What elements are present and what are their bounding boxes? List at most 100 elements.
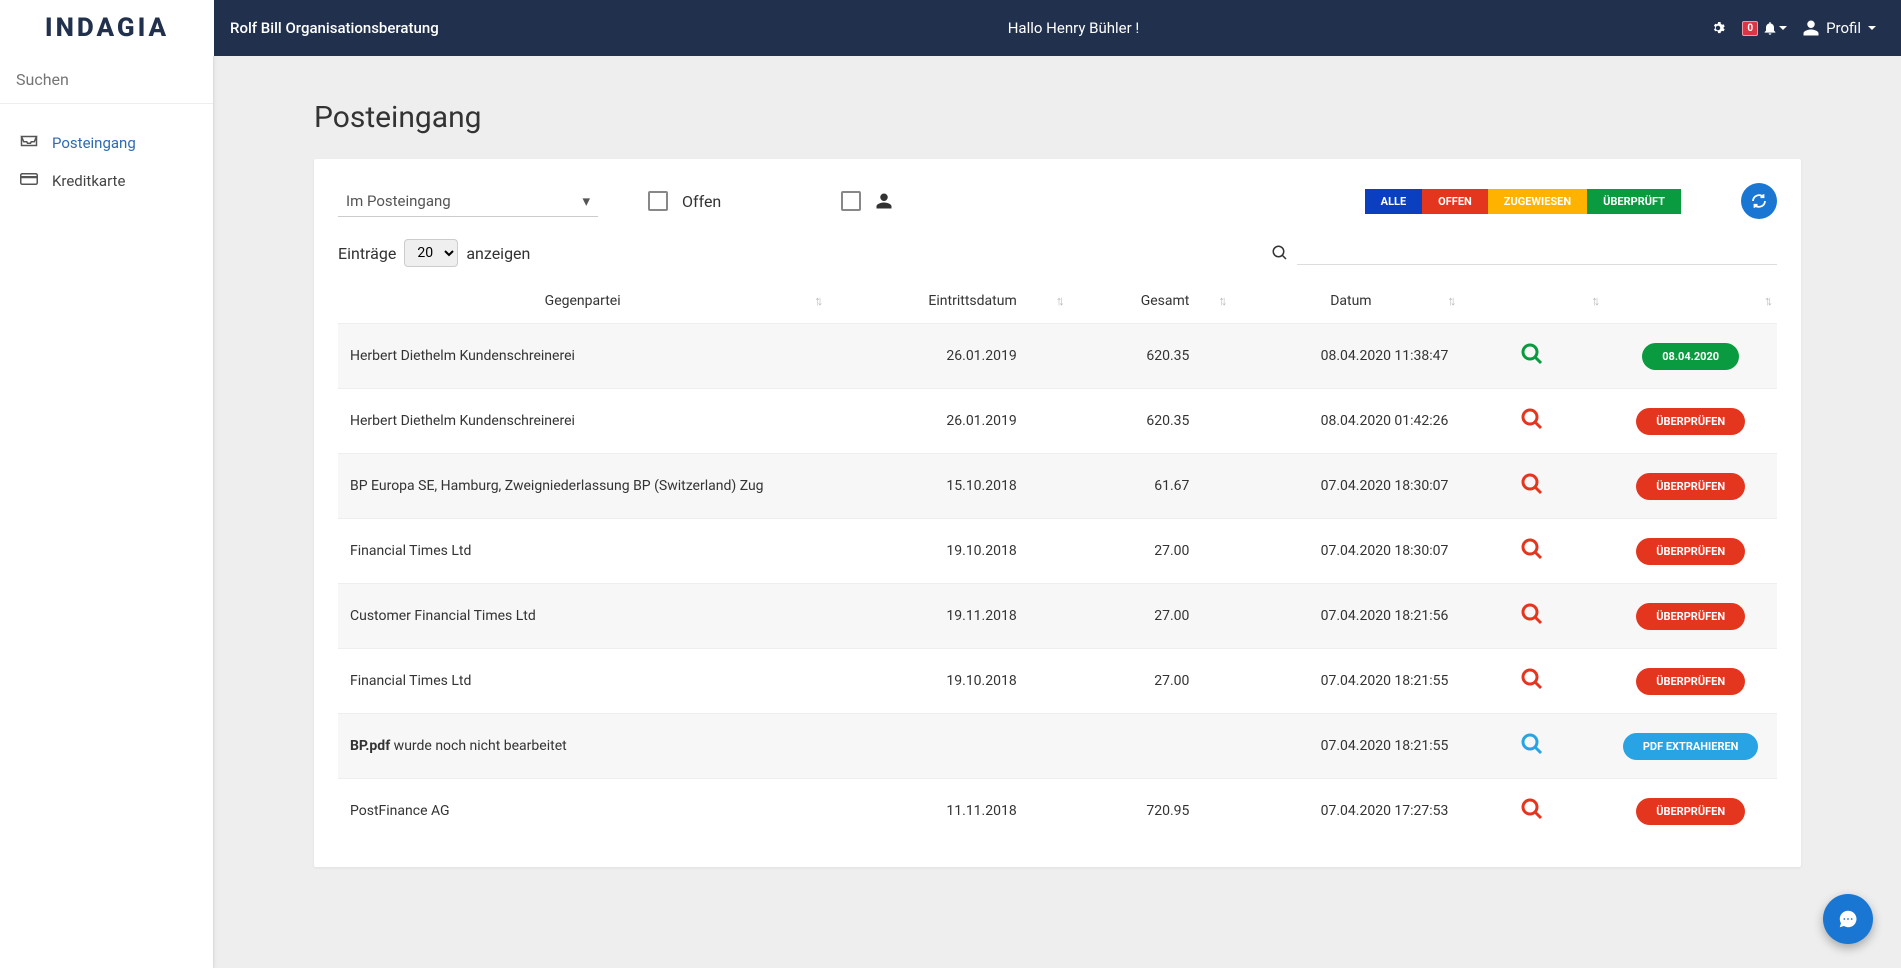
cell-gegenpartei: BP.pdf wurde noch nicht bearbeitet [338,714,827,779]
view-icon[interactable] [1520,732,1544,756]
cell-gesamt [1029,714,1202,779]
cell-gegenpartei: Herbert Diethelm Kundenschreinerei [338,389,827,454]
cell-gesamt: 61.67 [1029,454,1202,519]
top-header: INDAGIA Rolf Bill Organisationsberatung … [0,0,1901,56]
table-row: Herbert Diethelm Kundenschreinerei26.01.… [338,324,1777,389]
row-action-button[interactable]: ÜBERPRÜFEN [1636,798,1745,825]
view-icon[interactable] [1520,342,1544,366]
cell-gegenpartei: Herbert Diethelm Kundenschreinerei [338,324,827,389]
row-action-button[interactable]: ÜBERPRÜFEN [1636,473,1745,500]
gears-icon[interactable] [1708,19,1728,37]
cell-gegenpartei: Financial Times Ltd [338,649,827,714]
view-icon[interactable] [1520,602,1544,626]
cell-eintritt: 26.01.2019 [827,324,1028,389]
pill-zugewiesen[interactable]: ZUGEWIESEN [1488,189,1587,214]
chat-fab[interactable] [1823,894,1873,944]
entries-label: Einträge [338,244,396,263]
row-action-button[interactable]: ÜBERPRÜFEN [1636,603,1745,630]
brand-logo[interactable]: INDAGIA [0,0,214,56]
sidebar-item-posteingang[interactable]: Posteingang [0,124,213,162]
view-icon[interactable] [1520,537,1544,561]
table-row: PostFinance AG11.11.2018720.9507.04.2020… [338,779,1777,844]
table-row: BP Europa SE, Hamburg, Zweigniederlassun… [338,454,1777,519]
org-name: Rolf Bill Organisationsberatung [230,19,439,37]
sidebar: Posteingang Kreditkarte [0,56,214,968]
table-row: BP.pdf wurde noch nicht bearbeitet 07.04.… [338,714,1777,779]
inbox-card: Im Posteingang ▾ Offen ALLE OFFEN ZUGEWI… [314,159,1801,867]
entries-select[interactable]: 20 [404,239,458,267]
page-size[interactable]: Einträge 20 anzeigen [338,239,530,267]
view-icon[interactable] [1520,667,1544,691]
view-icon[interactable] [1520,472,1544,496]
row-action-button[interactable]: 08.04.2020 [1642,343,1739,370]
cell-datum: 07.04.2020 18:30:07 [1201,454,1460,519]
pill-alle[interactable]: ALLE [1365,189,1422,214]
view-icon[interactable] [1520,407,1544,431]
entries-suffix: anzeigen [466,244,530,263]
cell-view [1460,519,1604,584]
caret-down-icon [1867,23,1877,33]
filter-selected-text: Im Posteingang [346,192,451,210]
person-icon [875,192,893,210]
cell-datum: 08.04.2020 01:42:26 [1201,389,1460,454]
col-gegenpartei[interactable]: Gegenpartei↑↓ [338,279,827,324]
filter-pills: ALLE OFFEN ZUGEWIESEN ÜBERPRÜFT [1365,189,1681,214]
refresh-icon [1750,192,1768,210]
cell-eintritt: 11.11.2018 [827,779,1028,844]
cell-eintritt: 19.11.2018 [827,584,1028,649]
table-search-input[interactable] [1297,241,1777,265]
cell-view [1460,649,1604,714]
filter-offen[interactable]: Offen [648,191,721,211]
cell-eintritt: 19.10.2018 [827,519,1028,584]
header-actions: 0 Profil [1708,19,1901,37]
row-action-button[interactable]: PDF EXTRAHIEREN [1623,733,1759,760]
cell-eintritt [827,714,1028,779]
user-checkbox[interactable] [841,191,861,211]
sidebar-nav: Posteingang Kreditkarte [0,104,213,220]
sidebar-item-kreditkarte[interactable]: Kreditkarte [0,162,213,200]
cell-datum: 07.04.2020 18:21:55 [1201,649,1460,714]
greeting-text: Hallo Henry Bühler ! [439,19,1709,37]
cell-gesamt: 720.95 [1029,779,1202,844]
table-row: Financial Times Ltd19.10.201827.0007.04.… [338,519,1777,584]
profile-label: Profil [1826,19,1861,37]
user-icon [1802,19,1820,37]
cell-datum: 07.04.2020 18:21:55 [1201,714,1460,779]
col-gesamt[interactable]: Gesamt↑↓ [1029,279,1202,324]
row-action-button[interactable]: ÜBERPRÜFEN [1636,408,1745,435]
sidebar-item-label: Posteingang [52,134,136,152]
cell-gesamt: 27.00 [1029,649,1202,714]
cell-datum: 07.04.2020 17:27:53 [1201,779,1460,844]
filter-dropdown[interactable]: Im Posteingang ▾ [338,186,598,217]
row-action-button[interactable]: ÜBERPRÜFEN [1636,668,1745,695]
cell-action: ÜBERPRÜFEN [1604,649,1777,714]
chevron-down-icon: ▾ [582,192,590,210]
col-datum[interactable]: Datum↑↓ [1201,279,1460,324]
cell-gegenpartei: Financial Times Ltd [338,519,827,584]
cell-action: ÜBERPRÜFEN [1604,584,1777,649]
cell-action: PDF EXTRAHIEREN [1604,714,1777,779]
pill-offen[interactable]: OFFEN [1422,189,1488,214]
table-search[interactable] [1271,241,1777,265]
filter-user[interactable] [841,191,893,211]
card-icon [20,172,38,190]
col-action[interactable]: ↑↓ [1604,279,1777,324]
inbox-icon [20,134,38,152]
caret-down-icon [1778,23,1788,33]
table-body: Herbert Diethelm Kundenschreinerei26.01.… [338,324,1777,844]
view-icon[interactable] [1520,797,1544,821]
offen-checkbox[interactable] [648,191,668,211]
table-row: Herbert Diethelm Kundenschreinerei26.01.… [338,389,1777,454]
pill-ueberprueft[interactable]: ÜBERPRÜFT [1587,189,1681,214]
search-input[interactable] [12,64,201,95]
col-eintrittsdatum[interactable]: Eintrittsdatum↑↓ [827,279,1028,324]
cell-datum: 07.04.2020 18:30:07 [1201,519,1460,584]
col-view[interactable]: ↑↓ [1460,279,1604,324]
refresh-button[interactable] [1741,183,1777,219]
notifications[interactable]: 0 [1742,20,1788,36]
cell-gegenpartei: PostFinance AG [338,779,827,844]
row-action-button[interactable]: ÜBERPRÜFEN [1636,538,1745,565]
sidebar-search[interactable] [0,56,213,104]
cell-action: 08.04.2020 [1604,324,1777,389]
profile-menu[interactable]: Profil [1802,19,1877,37]
